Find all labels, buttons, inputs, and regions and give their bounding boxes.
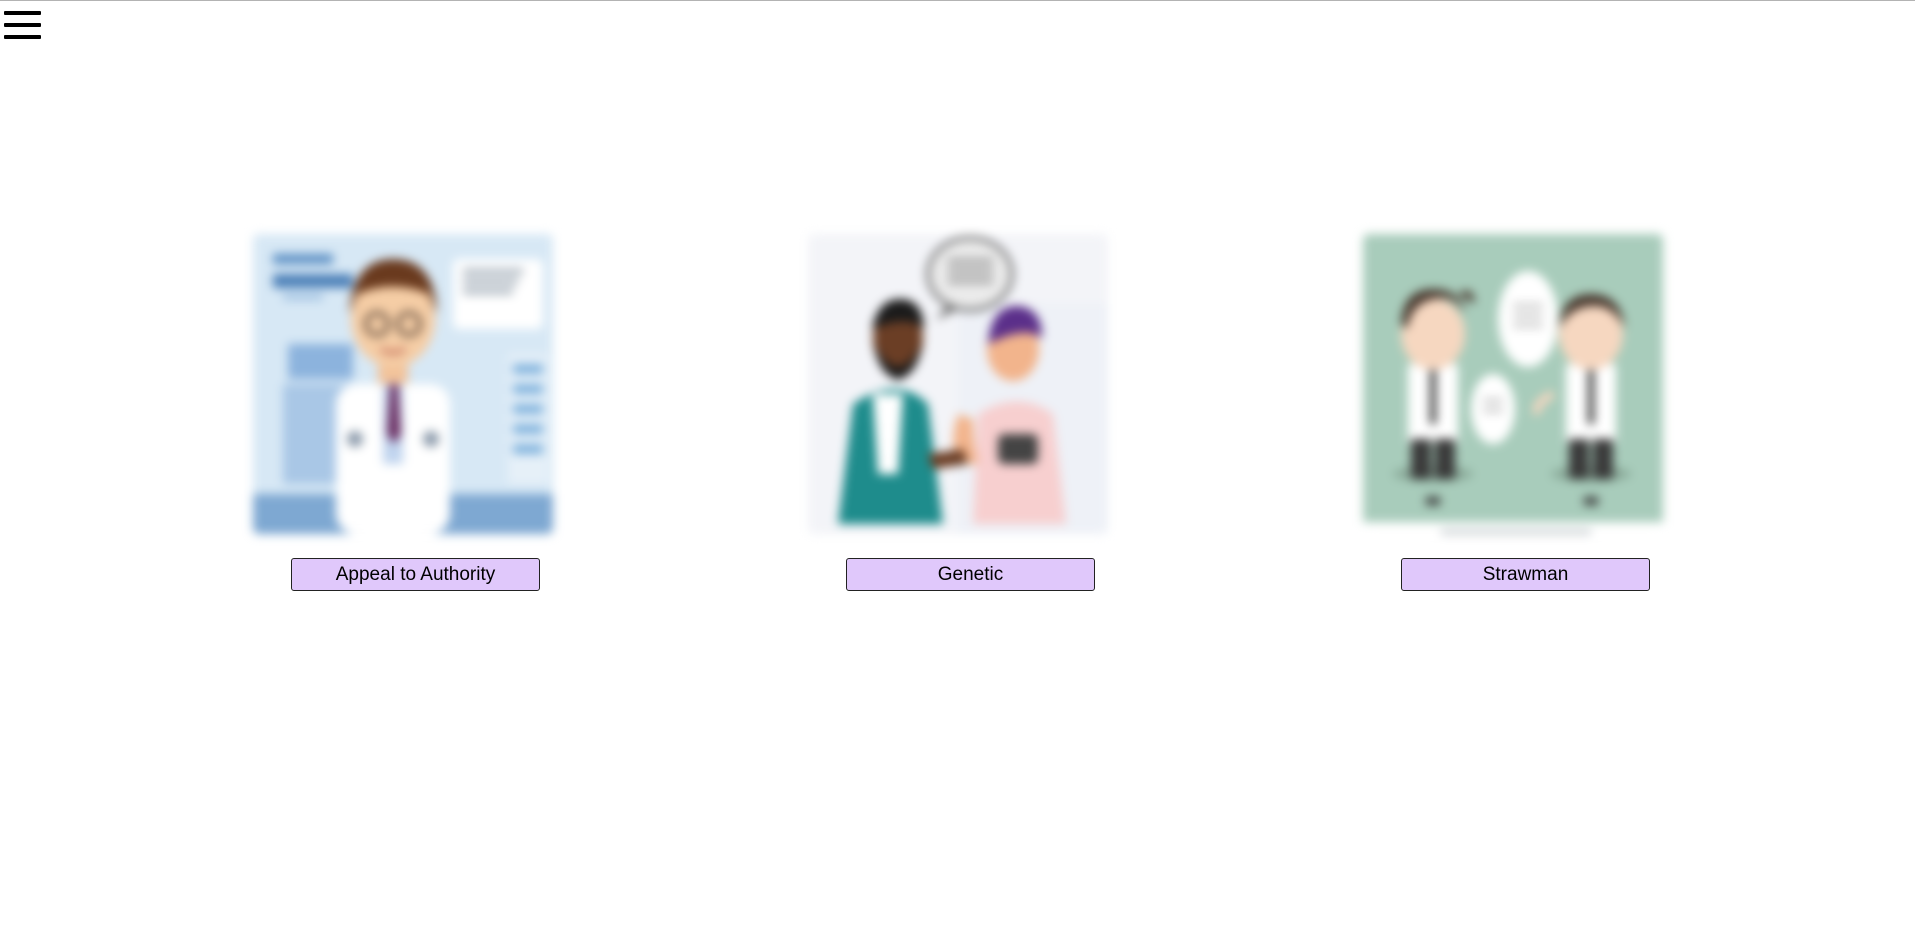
appeal-to-authority-button[interactable]: Appeal to Authority: [291, 558, 540, 591]
menu-bar: [4, 23, 41, 27]
top-border-line: [0, 0, 1915, 1]
strawman-button[interactable]: Strawman: [1401, 558, 1650, 591]
hamburger-menu-icon[interactable]: [4, 11, 41, 39]
doctor-illustration-image[interactable]: [253, 234, 553, 534]
menu-bar: [4, 35, 41, 39]
two-businessmen-illustration-image[interactable]: [1363, 234, 1663, 534]
two-people-talking-illustration-image[interactable]: [808, 234, 1108, 534]
menu-bar: [4, 11, 41, 15]
genetic-button[interactable]: Genetic: [846, 558, 1095, 591]
